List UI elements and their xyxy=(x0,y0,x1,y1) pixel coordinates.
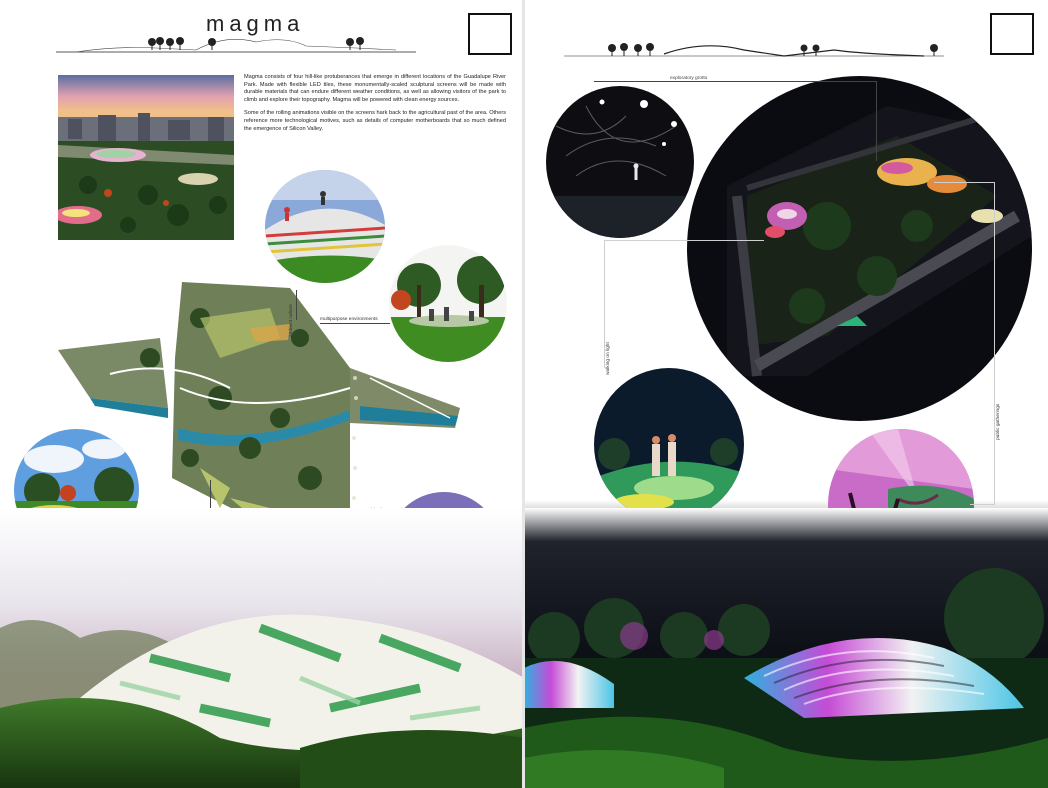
document-title: magma xyxy=(206,11,305,36)
callout-line xyxy=(604,240,764,241)
callout-line xyxy=(876,81,877,161)
callout-line xyxy=(594,81,876,82)
hero-hill-render xyxy=(0,508,524,788)
frame-box-icon xyxy=(990,13,1034,55)
callout-ambient-culture: ambient culture xyxy=(289,304,294,337)
callout-public-gatherings: public gatherings xyxy=(996,403,1001,440)
skater-hill-photo xyxy=(265,170,385,283)
callout-line xyxy=(296,290,297,320)
left-page: magma Magma consists of four hill-like p… xyxy=(0,0,524,788)
page-gutter xyxy=(522,0,525,788)
description-paragraph: Some of the rolling animations visible o… xyxy=(244,110,506,132)
callout-line xyxy=(994,182,995,504)
walking-on-light-photo xyxy=(594,368,744,521)
callout-walking-on-light: walking on light xyxy=(606,342,611,375)
frame-box-icon xyxy=(468,13,512,55)
hero-night-render xyxy=(524,508,1048,788)
description-paragraph: Magma consists of four hill-like protube… xyxy=(244,74,506,103)
callout-line xyxy=(934,182,994,183)
aerial-city-photo xyxy=(58,75,234,240)
callout-line xyxy=(970,504,995,505)
night-aerial-photo xyxy=(687,76,1032,421)
exploratory-grotto-photo xyxy=(546,86,694,238)
project-description: Magma consists of four hill-like protube… xyxy=(244,74,506,139)
callout-multipurpose-environments: multipurpose environments xyxy=(320,317,378,322)
callout-line xyxy=(604,240,605,368)
right-page: exploratory grotto walking on light publ… xyxy=(524,0,1048,788)
elevation-section xyxy=(564,43,944,57)
callout-line xyxy=(320,323,390,324)
